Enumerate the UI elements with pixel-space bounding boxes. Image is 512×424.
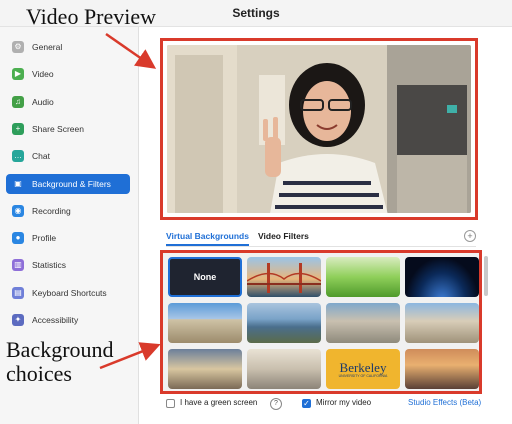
background-choices-annotation: Background choices	[6, 337, 114, 386]
gear-icon: ⚙	[12, 41, 24, 53]
add-background-button[interactable]: +	[464, 230, 476, 242]
video-preview-frame	[160, 38, 478, 220]
sidebar-item-profile[interactable]: ● Profile	[6, 228, 130, 248]
keyboard-icon: ▤	[12, 286, 24, 299]
sidebar-item-chat[interactable]: … Chat	[6, 146, 130, 166]
tab-divider	[166, 246, 476, 247]
headphones-icon: ♫	[12, 95, 24, 108]
sidebar-item-label: Background & Filters	[32, 178, 111, 189]
sidebar-item-label: Recording	[32, 205, 71, 216]
sidebar-item-label: Profile	[32, 233, 57, 244]
sidebar-item-label: General	[32, 42, 63, 52]
sidebar-item-accessibility[interactable]: ✦ Accessibility	[6, 310, 130, 330]
chat-bubble-icon: …	[12, 150, 24, 163]
background-thumb-sather-tower[interactable]	[168, 349, 242, 389]
sidebar-item-label: Accessibility	[32, 315, 79, 325]
sidebar-item-label: Keyboard Shortcuts	[32, 287, 107, 298]
green-screen-label: I have a green screen	[180, 398, 258, 407]
video-preview-annotation: Video Preview	[26, 4, 157, 29]
background-thumb-sunset-campus[interactable]	[405, 349, 479, 389]
sidebar-item-recording[interactable]: ◉ Recording	[6, 201, 130, 221]
bar-chart-icon: ▥	[12, 259, 24, 272]
studio-effects-link[interactable]: Studio Effects (Beta)	[408, 398, 481, 407]
sidebar-item-statistics[interactable]: ▥ Statistics	[6, 255, 130, 275]
background-thumb-campus-building[interactable]	[168, 303, 242, 343]
background-thumb-berkeley-logo[interactable]: Berkeley UNIVERSITY OF CALIFORNIA	[326, 349, 400, 389]
tab-video-filters[interactable]: Video Filters	[258, 228, 309, 244]
berkeley-logo-text: Berkeley	[339, 359, 387, 375]
sidebar-item-audio[interactable]: ♫ Audio	[6, 92, 130, 112]
background-thumb-campus-aerial[interactable]	[326, 303, 400, 343]
settings-window: Settings ⚙ General ▶ Video ♫ Audio + Share Scre…	[0, 0, 512, 424]
background-choices-frame: None Berkeley UNIVERSITY OF CALIFORNIA	[160, 250, 482, 394]
mirror-video-label: Mirror my video	[316, 398, 372, 407]
tab-virtual-backgrounds[interactable]: Virtual Backgrounds	[166, 228, 249, 246]
checkmark-icon: ✓	[303, 399, 310, 408]
background-options: I have a green screen ? ✓ Mirror my vide…	[164, 396, 490, 414]
background-thumb-grass[interactable]	[326, 257, 400, 297]
plus-icon: +	[467, 231, 473, 241]
accessibility-icon: ✦	[12, 314, 24, 326]
sidebar-item-share-screen[interactable]: + Share Screen	[6, 119, 130, 139]
video-preview-image	[167, 45, 471, 213]
background-thumb-none[interactable]: None	[168, 257, 242, 297]
background-thumb-earth-from-space[interactable]	[405, 257, 479, 297]
mirror-video-checkbox[interactable]: ✓	[302, 399, 311, 408]
berkeley-logo-subtext: UNIVERSITY OF CALIFORNIA	[338, 373, 388, 378]
record-icon: ◉	[12, 204, 24, 217]
sidebar-item-keyboard-shortcuts[interactable]: ▤ Keyboard Shortcuts	[6, 283, 130, 303]
video-preview	[167, 45, 471, 213]
share-screen-icon: +	[12, 122, 24, 135]
golden-gate-bridge-image	[247, 263, 321, 293]
sidebar-item-label: Video	[32, 69, 54, 80]
sidebar-item-label: Share Screen	[32, 123, 84, 134]
green-screen-checkbox[interactable]	[166, 399, 175, 408]
background-scrollbar[interactable]	[484, 256, 488, 296]
sidebar-item-video[interactable]: ▶ Video	[6, 64, 130, 84]
sidebar-item-general[interactable]: ⚙ General	[6, 37, 130, 57]
background-tabs: Virtual Backgrounds Video Filters +	[166, 228, 476, 246]
background-thumb-library-dome[interactable]	[247, 349, 321, 389]
person-icon: ●	[12, 232, 24, 245]
background-thumb-campus-plaza[interactable]	[405, 303, 479, 343]
person-background-icon: ▣	[12, 177, 24, 190]
sidebar-item-label: Audio	[32, 96, 54, 107]
background-thumb-bay-view[interactable]	[247, 303, 321, 343]
background-thumb-golden-gate-bridge[interactable]	[247, 257, 321, 297]
background-grid: None Berkeley UNIVERSITY OF CALIFORNIA	[168, 257, 479, 389]
none-label: None	[193, 272, 217, 282]
help-icon[interactable]: ?	[270, 398, 282, 410]
sidebar-item-label: Chat	[32, 151, 50, 162]
sidebar-item-background-filters[interactable]: ▣ Background & Filters	[6, 173, 130, 194]
sidebar-item-label: Statistics	[32, 260, 67, 271]
video-camera-icon: ▶	[12, 68, 24, 81]
